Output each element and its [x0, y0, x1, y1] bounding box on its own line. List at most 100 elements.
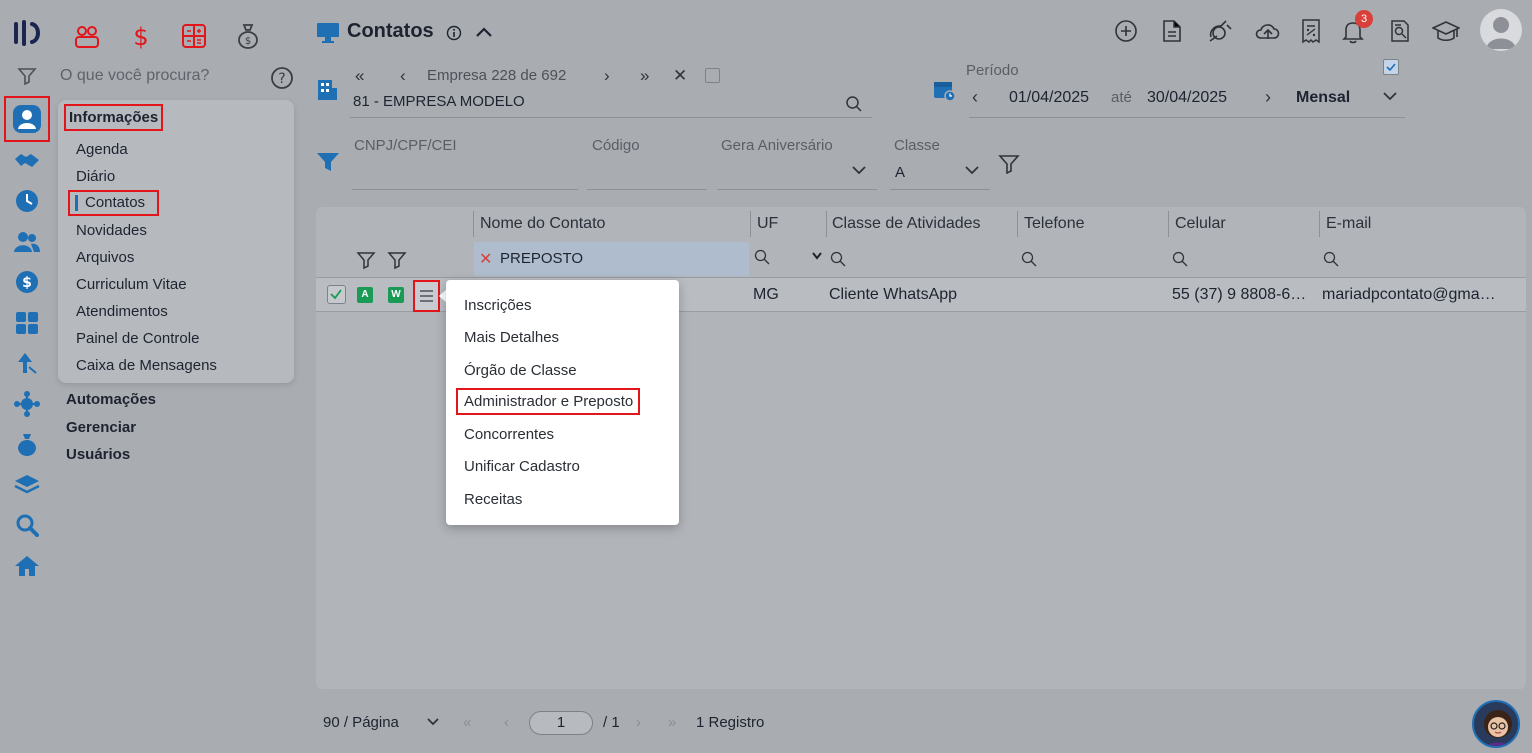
menu-item-diario[interactable]: Diário [76, 168, 115, 185]
graduation-cap-icon[interactable] [1432, 20, 1460, 44]
period-start[interactable]: 01/04/2025 [1009, 89, 1089, 107]
column-header-name[interactable]: Nome do Contato [480, 215, 605, 233]
period-mode[interactable]: Mensal [1296, 89, 1350, 107]
class-filter-search-icon[interactable] [830, 251, 846, 267]
birthday-dropdown-icon[interactable] [850, 163, 868, 177]
help-icon[interactable]: ? [270, 66, 294, 90]
clear-filter-icon[interactable]: ✕ [479, 249, 492, 269]
chevron-down-icon[interactable] [1381, 89, 1399, 103]
class-field[interactable] [890, 189, 990, 190]
name-filter-input[interactable]: ✕ PREPOSTO [474, 242, 749, 276]
accounting-module-icon[interactable] [180, 22, 208, 50]
document-icon[interactable] [1161, 19, 1183, 43]
user-avatar[interactable] [1480, 9, 1522, 51]
apply-filter-icon[interactable] [998, 154, 1020, 174]
context-item-orgao-classe[interactable]: Órgão de Classe [464, 362, 577, 379]
row-menu-icon[interactable] [413, 280, 440, 312]
code-field[interactable] [587, 189, 707, 190]
context-item-unificar-cadastro[interactable]: Unificar Cadastro [464, 458, 580, 475]
mobile-filter-search-icon[interactable] [1172, 251, 1188, 267]
column-header-class[interactable]: Classe de Atividades [832, 215, 981, 233]
context-item-receitas[interactable]: Receitas [464, 491, 522, 508]
people-module-icon[interactable] [73, 22, 101, 50]
app-logo[interactable] [13, 18, 43, 48]
calculator-icon[interactable] [13, 309, 41, 337]
class-dropdown-icon[interactable] [963, 163, 981, 177]
satellite-icon[interactable] [1207, 19, 1233, 43]
search-document-icon[interactable] [1389, 19, 1411, 43]
page-input[interactable]: 1 [529, 711, 593, 735]
handshake-icon[interactable] [13, 147, 41, 175]
search-input[interactable]: O que você procura? [60, 67, 209, 85]
row-checkbox[interactable] [327, 285, 346, 304]
context-item-administrador-preposto[interactable]: Administrador e Preposto [455, 388, 641, 415]
finance-module-icon[interactable]: $ [127, 22, 155, 50]
next-period-button[interactable]: › [1265, 87, 1271, 108]
layers-icon[interactable] [13, 471, 41, 499]
company-name[interactable]: 81 - EMPRESA MODELO [353, 93, 525, 110]
filter-funnel-icon[interactable] [316, 150, 340, 174]
class-value[interactable]: A [895, 164, 905, 181]
uf-filter-search-icon[interactable] [754, 249, 770, 265]
company-checkbox[interactable] [705, 68, 720, 83]
badge-w[interactable]: W [388, 287, 404, 303]
period-end[interactable]: 30/04/2025 [1147, 89, 1227, 107]
page-size-select[interactable]: 90 / Página [323, 714, 399, 731]
grid-filter-icon[interactable] [356, 250, 376, 270]
menu-item-curriculum[interactable]: Curriculum Vitae [76, 276, 187, 293]
column-header-email[interactable]: E-mail [1326, 215, 1371, 233]
menu-item-mensagens[interactable]: Caixa de Mensagens [76, 357, 217, 374]
add-icon[interactable] [1114, 19, 1138, 43]
column-header-mobile[interactable]: Celular [1175, 215, 1226, 233]
menu-section-gerenciar[interactable]: Gerenciar [66, 419, 136, 436]
network-icon[interactable] [13, 390, 41, 418]
next-page-button[interactable]: › [636, 714, 641, 731]
dollar-icon[interactable]: $ [13, 268, 41, 296]
context-item-concorrentes[interactable]: Concorrentes [464, 426, 554, 443]
filter-icon[interactable] [13, 62, 41, 90]
clear-company-icon[interactable]: ✕ [673, 66, 687, 86]
email-filter-search-icon[interactable] [1323, 251, 1339, 267]
arrow-up-icon[interactable] [13, 349, 41, 377]
uf-filter-dropdown-icon[interactable] [811, 251, 823, 261]
badge-a[interactable]: A [357, 287, 373, 303]
context-item-inscricoes[interactable]: Inscrições [464, 297, 532, 314]
menu-item-atendimentos[interactable]: Atendimentos [76, 303, 168, 320]
chevron-up-icon[interactable] [474, 24, 494, 40]
search-icon[interactable] [13, 511, 41, 539]
period-checkbox[interactable] [1383, 59, 1399, 75]
next-company-button[interactable]: › [604, 66, 610, 86]
page-size-chevron-icon[interactable] [425, 716, 441, 728]
last-company-button[interactable]: » [640, 66, 649, 86]
menu-item-arquivos[interactable]: Arquivos [76, 249, 134, 266]
home-icon[interactable] [13, 552, 41, 580]
menu-item-agenda[interactable]: Agenda [76, 141, 128, 158]
grid-filter-clear-icon[interactable] [387, 250, 407, 270]
clock-icon[interactable] [13, 187, 41, 215]
prev-company-button[interactable]: ‹ [400, 66, 406, 86]
contacts-module-icon[interactable] [4, 96, 50, 142]
column-header-phone[interactable]: Telefone [1024, 215, 1085, 233]
menu-section-usuarios[interactable]: Usuários [66, 446, 130, 463]
prev-page-button[interactable]: ‹ [504, 714, 509, 731]
phone-filter-search-icon[interactable] [1021, 251, 1037, 267]
prev-period-button[interactable]: ‹ [972, 87, 978, 108]
cnpj-field[interactable] [352, 189, 578, 190]
birthday-field[interactable] [717, 189, 877, 190]
menu-section-automacoes[interactable]: Automações [66, 391, 156, 408]
menu-item-contatos[interactable]: Contatos [68, 190, 159, 216]
users-icon[interactable] [13, 228, 41, 256]
menu-item-novidades[interactable]: Novidades [76, 222, 147, 239]
info-icon[interactable] [446, 25, 462, 41]
money-bag-icon[interactable] [13, 430, 41, 458]
first-page-button[interactable]: « [463, 714, 471, 731]
money-bag-module-icon[interactable]: $ [234, 22, 262, 50]
tax-receipt-icon[interactable] [1300, 18, 1322, 44]
company-search-icon[interactable] [845, 95, 863, 113]
context-item-mais-detalhes[interactable]: Mais Detalhes [464, 329, 559, 346]
column-header-uf[interactable]: UF [757, 215, 778, 233]
first-company-button[interactable]: « [355, 66, 364, 86]
menu-section-informacoes[interactable]: Informações [63, 104, 164, 131]
last-page-button[interactable]: » [668, 714, 676, 731]
cloud-upload-icon[interactable] [1254, 19, 1282, 43]
